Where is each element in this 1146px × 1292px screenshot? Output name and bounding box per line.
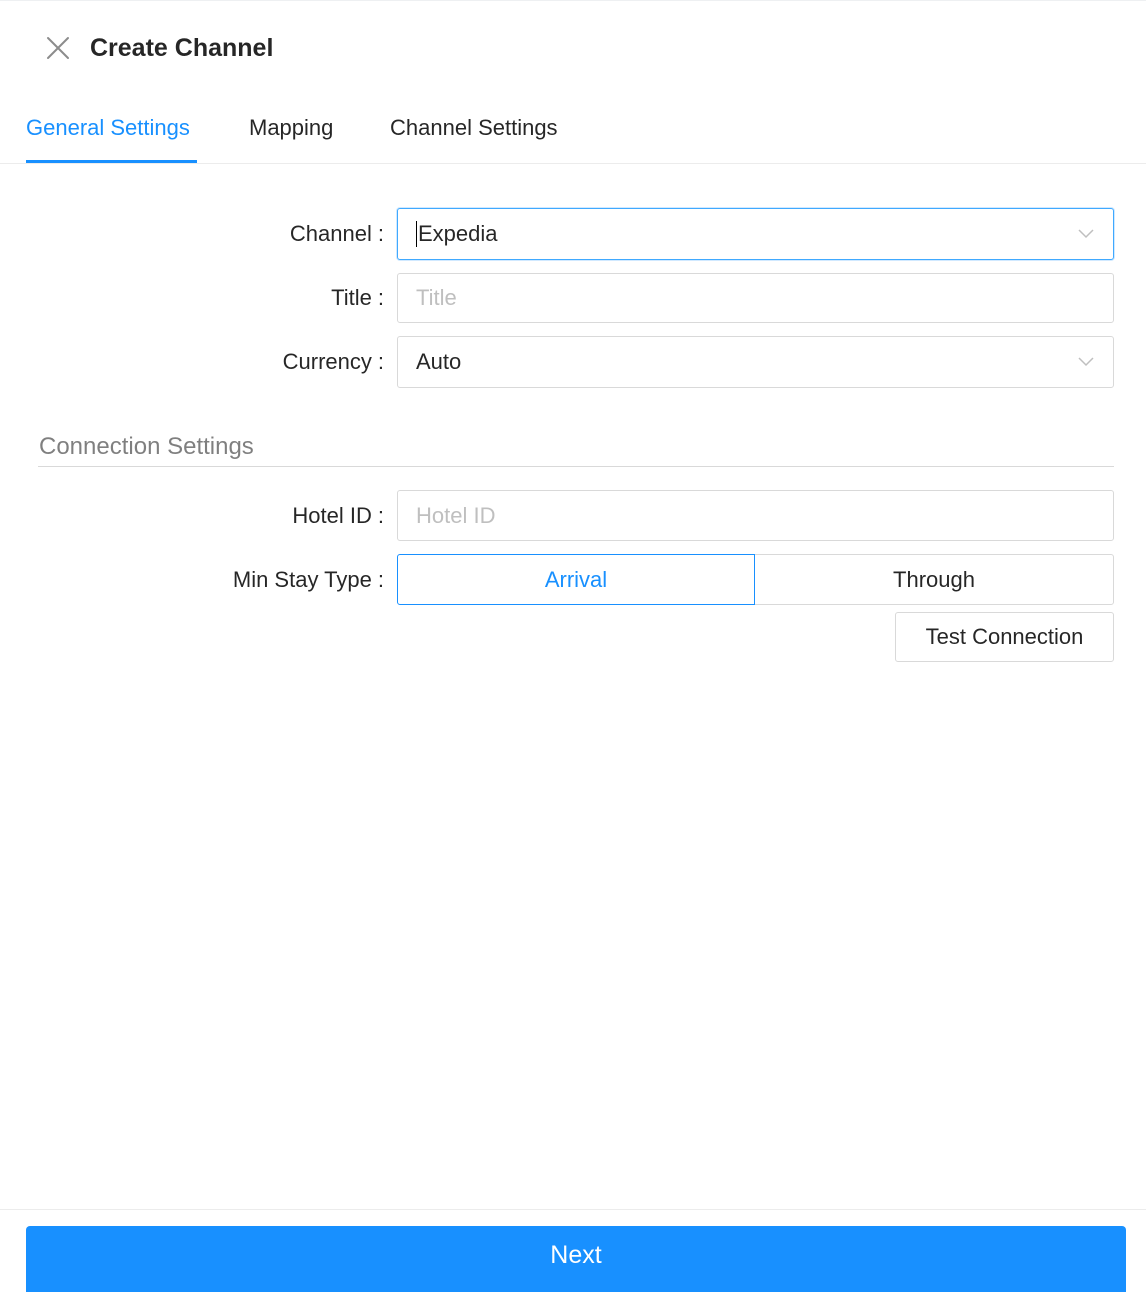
label-colon: : xyxy=(377,503,384,528)
channel-label: Channel: xyxy=(290,220,384,248)
close-icon xyxy=(47,37,69,59)
drawer-header: Create Channel xyxy=(0,0,1146,96)
chevron-down-icon xyxy=(1078,229,1094,239)
currency-label-text: Currency xyxy=(282,349,372,374)
tab-bar: General Settings Mapping Channel Setting… xyxy=(0,96,1146,164)
title-label: Title: xyxy=(331,284,384,312)
section-divider xyxy=(38,466,1114,467)
test-connection-button[interactable]: Test Connection xyxy=(895,612,1114,662)
section-title-connection-settings: Connection Settings xyxy=(39,433,254,460)
tab-channel-settings[interactable]: Channel Settings xyxy=(390,114,558,142)
title-label-text: Title xyxy=(331,285,372,310)
channel-select[interactable]: Expedia xyxy=(397,208,1114,260)
min-stay-option-arrival[interactable]: Arrival xyxy=(397,554,755,605)
min-stay-type-label: Min Stay Type: xyxy=(233,566,384,594)
chevron-down-icon xyxy=(1078,357,1094,367)
active-tab-indicator xyxy=(26,160,197,163)
currency-select[interactable]: Auto xyxy=(397,336,1114,388)
tab-mapping[interactable]: Mapping xyxy=(249,114,333,142)
title-input[interactable]: Title xyxy=(397,273,1114,323)
text-cursor xyxy=(416,221,417,247)
min-stay-option-through[interactable]: Through xyxy=(754,554,1114,605)
label-colon: : xyxy=(377,221,384,246)
label-colon: : xyxy=(377,349,384,374)
page-title: Create Channel xyxy=(90,34,274,62)
hotel-id-label: Hotel ID: xyxy=(292,502,384,530)
label-colon: : xyxy=(377,567,384,592)
hotel-id-input-placeholder: Hotel ID xyxy=(416,502,496,528)
hotel-id-input[interactable]: Hotel ID xyxy=(397,490,1114,541)
currency-select-value: Auto xyxy=(416,349,462,374)
channel-label-text: Channel xyxy=(289,221,372,246)
next-button[interactable]: Next xyxy=(26,1226,1126,1292)
label-colon: : xyxy=(377,285,384,310)
hotel-id-label-text: Hotel ID xyxy=(292,503,372,528)
close-button[interactable] xyxy=(40,30,76,66)
footer-divider xyxy=(0,1209,1146,1210)
title-input-placeholder: Title xyxy=(416,285,457,310)
currency-label: Currency: xyxy=(283,348,384,376)
channel-select-value: Expedia xyxy=(418,221,498,246)
min-stay-type-label-text: Min Stay Type xyxy=(232,567,372,592)
tab-general-settings[interactable]: General Settings xyxy=(26,114,190,142)
